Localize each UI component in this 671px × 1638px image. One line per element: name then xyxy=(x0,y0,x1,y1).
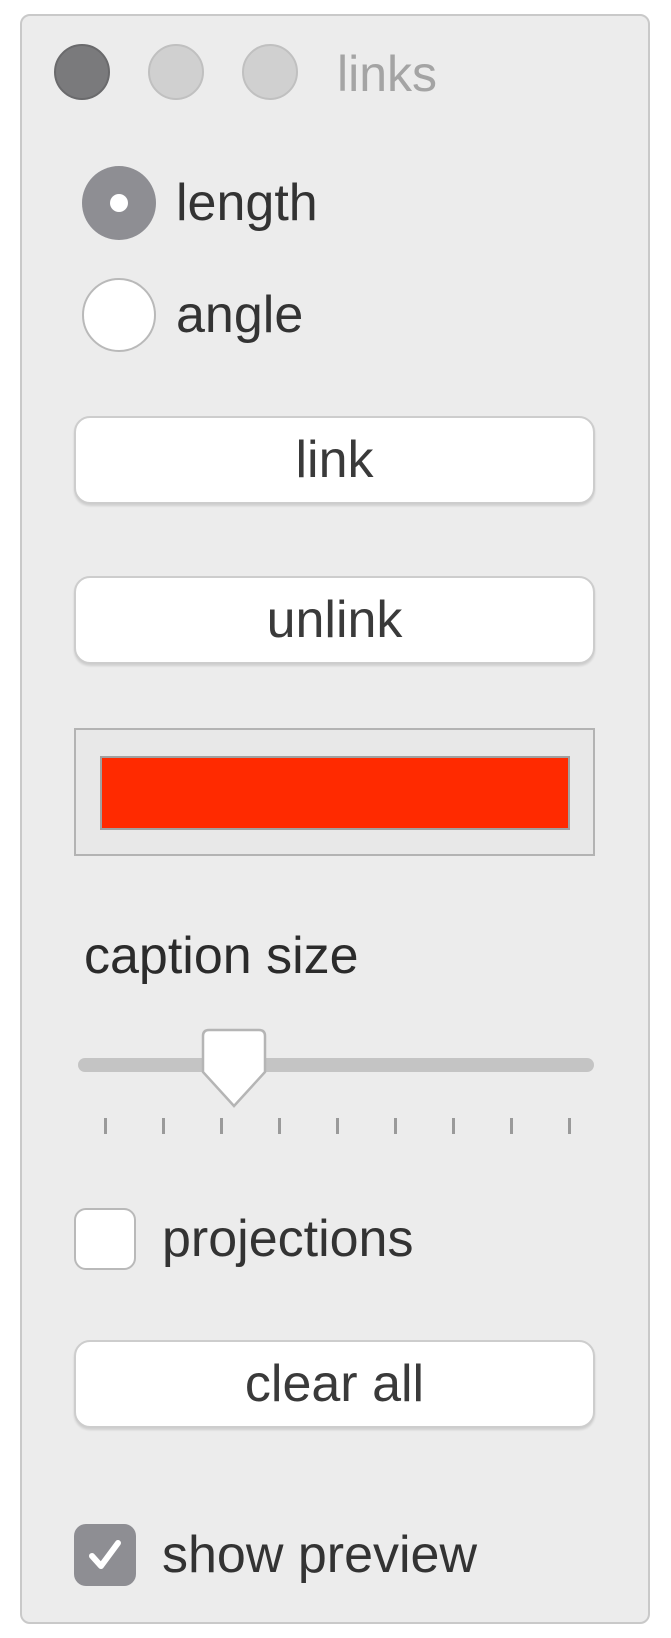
unlink-button[interactable]: unlink xyxy=(74,576,595,664)
slider-tick xyxy=(568,1118,571,1134)
show-preview-checkbox[interactable] xyxy=(74,1524,136,1586)
links-window: links length angle link unlink caption s… xyxy=(20,14,650,1624)
link-button[interactable]: link xyxy=(74,416,595,504)
minimize-window-button[interactable] xyxy=(148,44,204,100)
projections-label[interactable]: projections xyxy=(162,1208,413,1270)
zoom-window-button[interactable] xyxy=(242,44,298,100)
slider-tick xyxy=(510,1118,513,1134)
window-title: links xyxy=(337,46,438,102)
slider-track xyxy=(78,1058,594,1072)
checkmark-icon xyxy=(89,1540,121,1569)
slider-tick xyxy=(394,1118,397,1134)
slider-knob[interactable] xyxy=(201,1028,267,1108)
length-radio-label[interactable]: length xyxy=(176,166,318,240)
slider-tick xyxy=(220,1118,223,1134)
color-well[interactable] xyxy=(74,728,595,856)
projections-checkbox[interactable] xyxy=(74,1208,136,1270)
angle-radio-label[interactable]: angle xyxy=(176,278,303,352)
angle-radio[interactable] xyxy=(82,278,156,352)
radio-selected-dot xyxy=(110,194,128,212)
caption-size-label: caption size xyxy=(84,927,359,985)
slider-tick xyxy=(162,1118,165,1134)
slider-tick xyxy=(336,1118,339,1134)
slider-tick xyxy=(104,1118,107,1134)
close-window-button[interactable] xyxy=(54,44,110,100)
clear-all-button[interactable]: clear all xyxy=(74,1340,595,1428)
caption-size-slider[interactable] xyxy=(78,1028,594,1138)
length-radio[interactable] xyxy=(82,166,156,240)
slider-tick xyxy=(278,1118,281,1134)
color-swatch xyxy=(100,756,570,830)
show-preview-label[interactable]: show preview xyxy=(162,1524,477,1586)
slider-tick xyxy=(452,1118,455,1134)
